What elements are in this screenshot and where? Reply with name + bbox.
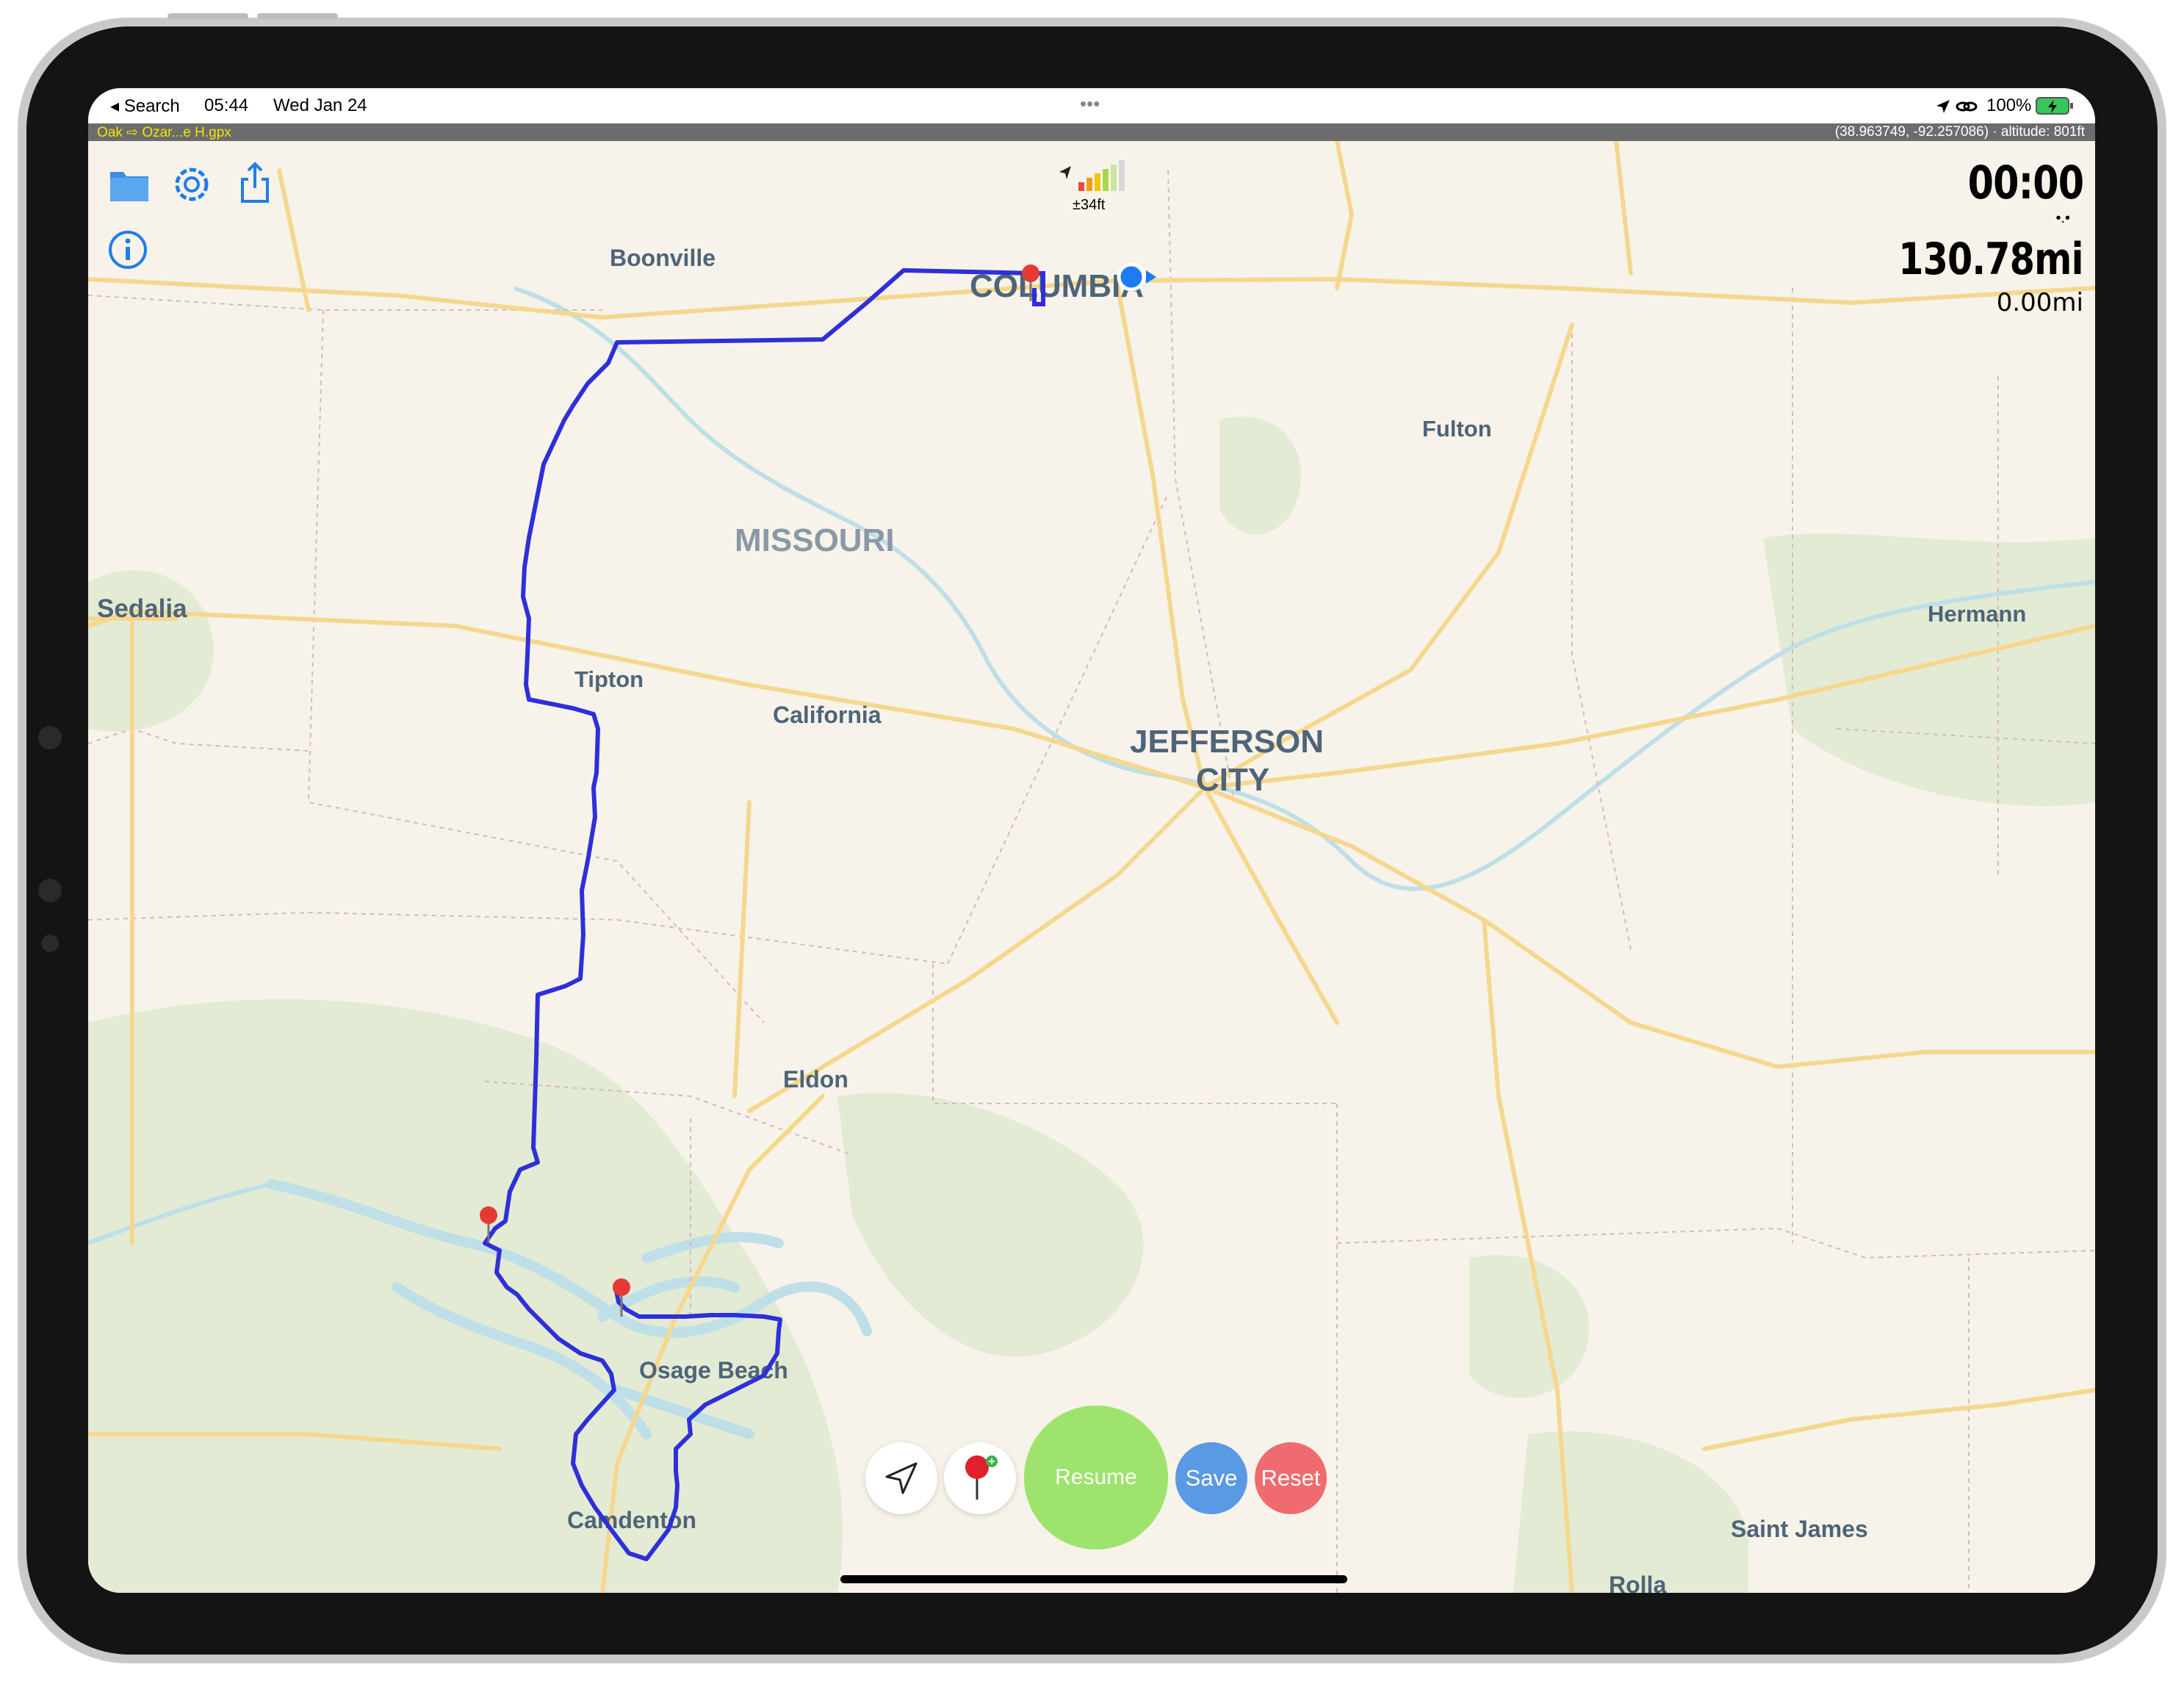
location-arrow-icon <box>885 1462 918 1494</box>
volume-button <box>257 13 338 19</box>
screen: Boonville COLUMBIA Fulton MISSOURI Sedal… <box>88 88 2095 1593</box>
add-pin-button[interactable] <box>944 1442 1016 1514</box>
label-hermann: Hermann <box>1928 601 2026 627</box>
volume-button <box>167 13 248 19</box>
hud-dots: •.• <box>2055 210 2070 226</box>
label-saint-james: Saint James <box>1731 1516 1868 1542</box>
home-indicator[interactable] <box>840 1575 1347 1583</box>
label-rolla: Rolla <box>1609 1572 1666 1593</box>
elapsed-timer: 00:00 <box>1967 156 2084 209</box>
total-distance: 130.78mi <box>1898 234 2084 285</box>
label-sedalia: Sedalia <box>97 594 187 623</box>
share-icon[interactable] <box>232 160 278 206</box>
coordinate-readout: (38.963749, -92.257086) · altitude: 801f… <box>1834 124 2085 140</box>
gps-accuracy: ±34ft <box>1073 197 1106 213</box>
battery-charging-icon <box>2036 97 2073 115</box>
battery-percentage: 100% <box>1986 96 2032 115</box>
label-fulton: Fulton <box>1422 416 1492 442</box>
label-jefferson-city: JEFFERSON <box>1130 724 1324 760</box>
file-info-bar: Oak ⇨ Ozar...e H.gpx (38.963749, -92.257… <box>88 123 2095 141</box>
map[interactable]: Boonville COLUMBIA Fulton MISSOURI Sedal… <box>88 141 2095 1593</box>
save-button[interactable]: Save <box>1175 1442 1247 1514</box>
location-services-icon <box>1936 100 1950 113</box>
reset-button[interactable]: Reset <box>1255 1442 1327 1514</box>
gear-icon[interactable] <box>169 162 215 207</box>
folder-icon[interactable] <box>106 162 153 209</box>
camera-dot <box>38 726 62 749</box>
sensor-dot <box>41 935 59 952</box>
label-missouri: MISSOURI <box>735 522 895 558</box>
resume-button[interactable]: Resume <box>1024 1405 1168 1549</box>
label-california: California <box>773 702 882 728</box>
current-distance: 0.00mi <box>1996 288 2083 317</box>
multitasking-dots[interactable]: ••• <box>1080 93 1100 115</box>
label-eldon: Eldon <box>783 1066 848 1093</box>
label-boonville: Boonville <box>610 245 716 271</box>
sensor-dot <box>38 879 62 902</box>
locate-me-button[interactable] <box>865 1442 937 1514</box>
add-pin-icon <box>965 1455 998 1500</box>
link-icon <box>1956 101 1978 112</box>
gpx-file-name[interactable]: Oak ⇨ Ozar...e H.gpx <box>97 124 231 141</box>
status-date: Wed Jan 24 <box>273 96 367 115</box>
label-tipton: Tipton <box>574 666 644 692</box>
back-to-search-link[interactable]: ◂ Search <box>110 96 180 117</box>
label-jefferson-city-2: CITY <box>1196 762 1269 798</box>
info-icon[interactable] <box>107 229 148 270</box>
status-time: 05:44 <box>204 96 249 115</box>
status-bar: ◂ Search 05:44 Wed Jan 24 ••• 100% <box>88 88 2095 123</box>
